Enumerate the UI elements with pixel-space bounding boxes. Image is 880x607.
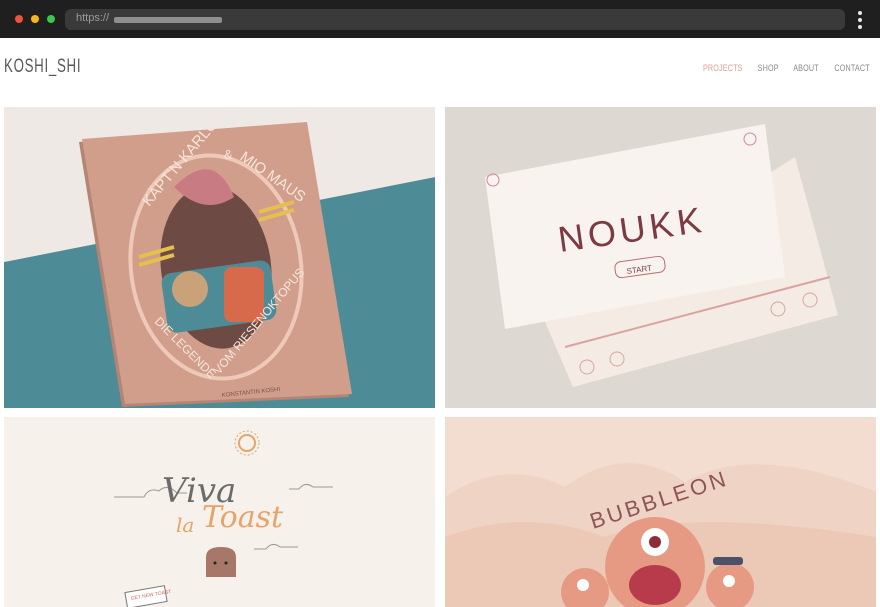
close-window-dot[interactable]	[15, 15, 23, 23]
project-tile-noukk[interactable]: NOUKK START	[445, 107, 876, 408]
project-tile-bubbleon[interactable]: BUBBLEON	[445, 417, 876, 607]
url-placeholder-bar	[114, 17, 222, 23]
toast-title-toast: Toast	[202, 500, 284, 535]
book-title-amp: &	[224, 147, 233, 162]
toast-title-la: la	[176, 513, 194, 537]
project-tile-kapt-n-karlo[interactable]: KÄPT'N KARLO & MIO MAUS DIE LEGENDE VOM …	[4, 107, 435, 408]
project-tile-viva-la-toast[interactable]: Viva la Toast GET NEW TOAST	[4, 417, 435, 607]
nav-projects[interactable]: PROJECTS	[703, 63, 743, 73]
toast-character-image	[206, 547, 236, 577]
minimize-window-dot[interactable]	[31, 15, 39, 23]
url-text: https://	[76, 12, 110, 24]
address-bar[interactable]: https://	[65, 9, 845, 30]
maximize-window-dot[interactable]	[47, 15, 55, 23]
nav-contact[interactable]: CONTACT	[834, 63, 869, 73]
nav-shop[interactable]: SHOP	[758, 63, 779, 73]
site-logo[interactable]: KOSHI_SHI	[4, 56, 81, 78]
nav-about[interactable]: ABOUT	[793, 63, 819, 73]
kebab-menu-icon[interactable]	[855, 11, 865, 31]
browser-toolbar: https://	[0, 0, 880, 38]
main-nav: PROJECTS SHOP ABOUT CONTACT	[698, 63, 874, 73]
